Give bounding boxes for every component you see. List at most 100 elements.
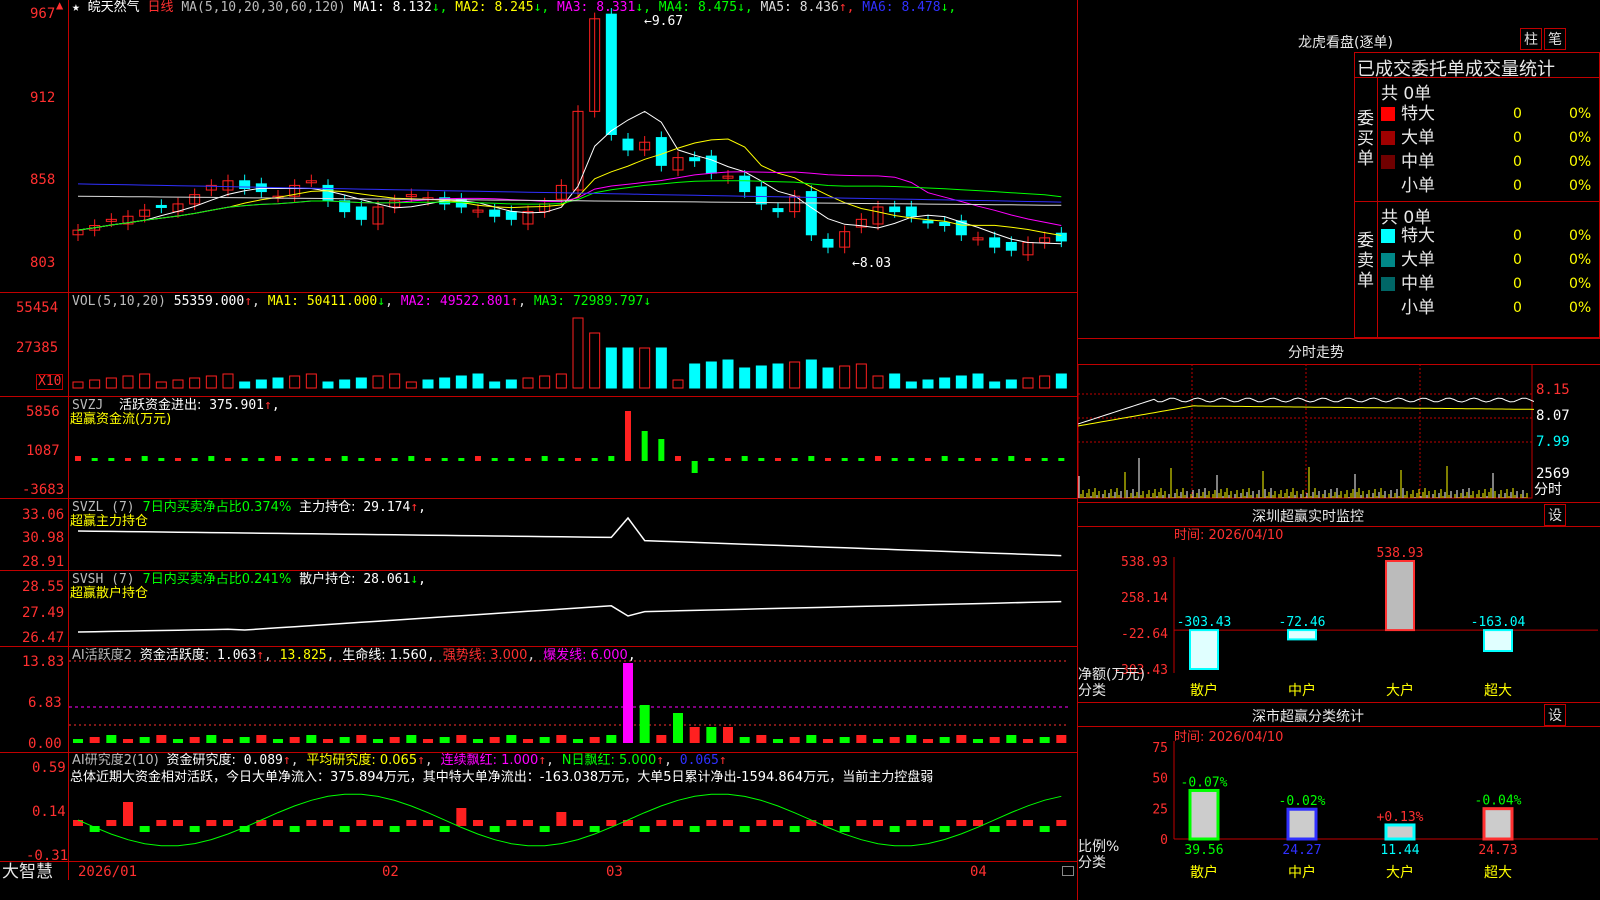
volume-bar xyxy=(655,347,667,389)
ai1-axis-label: 13.83 xyxy=(22,654,65,670)
class-category-label: 散户 xyxy=(1190,864,1218,881)
lhb-row-count: 0 xyxy=(1513,252,1522,268)
intraday-panel[interactable]: 分时走势 8.15 8.07 7.99 2569 分时 xyxy=(1078,338,1600,502)
fund-flow-bar xyxy=(441,458,448,461)
activity-bar xyxy=(1039,737,1050,743)
research-bar xyxy=(339,826,350,832)
lhb-row: 大单 0 0% xyxy=(1381,249,1599,271)
activity-bar xyxy=(256,735,267,743)
volume-bar xyxy=(489,381,501,389)
volume-bar xyxy=(822,367,834,389)
fund-flow-bar xyxy=(758,458,765,461)
candle xyxy=(905,206,917,217)
lock-icon[interactable] xyxy=(1062,866,1074,876)
class-value-label: 11.44 xyxy=(1380,843,1419,858)
retail-holding-line xyxy=(77,600,1062,633)
volume-bar xyxy=(372,375,384,389)
class-category-label: 中户 xyxy=(1288,864,1316,881)
monitor-category-label: 散户 xyxy=(1190,682,1218,699)
fund-flow-bar xyxy=(558,458,565,461)
settings-button[interactable]: 设 xyxy=(1544,504,1566,526)
monitor-bar xyxy=(1483,629,1513,653)
class-ylabel: 比例% xyxy=(1078,839,1119,855)
research-bar xyxy=(256,820,267,826)
monitor-value-label: -303.43 xyxy=(1177,615,1232,630)
sz-class-title: 深市超赢分类统计 xyxy=(1252,709,1364,725)
candle xyxy=(355,206,367,220)
tick-view-button[interactable]: 笔 xyxy=(1544,28,1566,50)
buy-side-label: 委买单 xyxy=(1357,109,1374,169)
class-change-label: -0.07% xyxy=(1181,775,1228,790)
volume-bar xyxy=(172,379,184,389)
sz-monitor-title: 深圳超赢实时监控 xyxy=(1252,509,1364,525)
activity-bar xyxy=(506,735,517,743)
research-bar xyxy=(273,820,283,826)
activity-bar xyxy=(1006,735,1017,743)
candle xyxy=(772,208,784,213)
activity-bar xyxy=(889,737,900,743)
activity-bar xyxy=(823,739,833,743)
volume-bar xyxy=(405,381,417,389)
color-swatch-icon xyxy=(1381,229,1395,243)
vol-header: VOL(5,10,20) 55359.000↑, MA1: 50411.000↓… xyxy=(72,294,652,309)
svzl-axis-label: 33.06 xyxy=(22,507,65,523)
candle xyxy=(822,238,834,248)
main-chart-area[interactable]: 967 912 858 803 ▲ ★ 皖天然气 日线 MA(5,10,20,3… xyxy=(0,0,1078,900)
lhb-row: 中单 0 0% xyxy=(1381,151,1599,173)
lhb-row-count: 0 xyxy=(1513,300,1522,316)
candle xyxy=(755,186,767,205)
activity-bar xyxy=(773,739,783,743)
lhb-row-name: 小单 xyxy=(1401,298,1435,318)
activity-bar xyxy=(106,735,117,743)
volume-bar xyxy=(922,379,934,389)
lhb-panel: 龙虎看盘(逐单) 柱 笔 已成交委托单成交量统计 委买单 委卖单 共 0单 共 … xyxy=(1078,0,1600,338)
lhb-table: 已成交委托单成交量统计 委买单 委卖单 共 0单 共 0单 特大 0 0% 大单 0 0%… xyxy=(1354,52,1600,338)
fund-flow-bar xyxy=(325,458,331,461)
brand-label: 大智慧 xyxy=(2,862,53,882)
x-axis-label: 02 xyxy=(382,864,399,880)
activity-bar xyxy=(539,737,550,743)
x-axis-label: 2026/01 xyxy=(78,864,138,880)
lhb-row-name: 特大 xyxy=(1401,104,1435,124)
volume-bar xyxy=(355,377,367,389)
volume-bar xyxy=(422,379,434,389)
monitor-bar xyxy=(1189,629,1219,670)
class-axis-label: 25 xyxy=(1152,802,1168,817)
research-bar xyxy=(356,820,367,826)
research-bar xyxy=(873,820,883,826)
activity-bar xyxy=(723,727,733,743)
candle xyxy=(689,157,701,162)
volume-bar xyxy=(455,375,467,389)
monitor-value-label: -163.04 xyxy=(1471,615,1526,630)
activity-bar xyxy=(939,737,950,743)
intraday-axis-label: 8.07 xyxy=(1536,408,1570,424)
settings-button[interactable]: 设 xyxy=(1544,704,1566,726)
fund-flow-bar xyxy=(1058,458,1065,461)
fund-flow-bar xyxy=(75,456,81,461)
volume-bar xyxy=(589,332,601,389)
vol-unit: X10 xyxy=(36,374,64,390)
svsh-axis-label: 28.55 xyxy=(22,579,65,595)
activity-bar xyxy=(589,737,600,743)
monitor-bar xyxy=(1287,629,1317,641)
research-bar xyxy=(373,820,383,826)
bar-view-button[interactable]: 柱 xyxy=(1520,28,1542,50)
activity-bar xyxy=(739,737,750,743)
ai2-axis-label: 0.14 xyxy=(32,804,66,820)
fund-flow-bar xyxy=(575,458,581,461)
activity-bar xyxy=(873,739,883,743)
svzj-axis-label: -3683 xyxy=(22,482,65,498)
lhb-row-pct: 0% xyxy=(1569,106,1592,122)
lhb-row-pct: 0% xyxy=(1569,300,1592,316)
activity-bar xyxy=(189,737,200,743)
lhb-row-pct: 0% xyxy=(1569,130,1592,146)
activity-bar xyxy=(706,727,717,743)
svzl-subtitle: 超赢主力持仓 xyxy=(70,514,149,529)
color-swatch-icon xyxy=(1381,131,1395,145)
fund-flow-bar xyxy=(525,458,531,461)
research-bar xyxy=(939,826,950,832)
activity-bar xyxy=(439,737,450,743)
intraday-frame xyxy=(1078,364,1533,499)
volume-bar xyxy=(439,377,451,389)
activity-bar xyxy=(339,737,350,743)
